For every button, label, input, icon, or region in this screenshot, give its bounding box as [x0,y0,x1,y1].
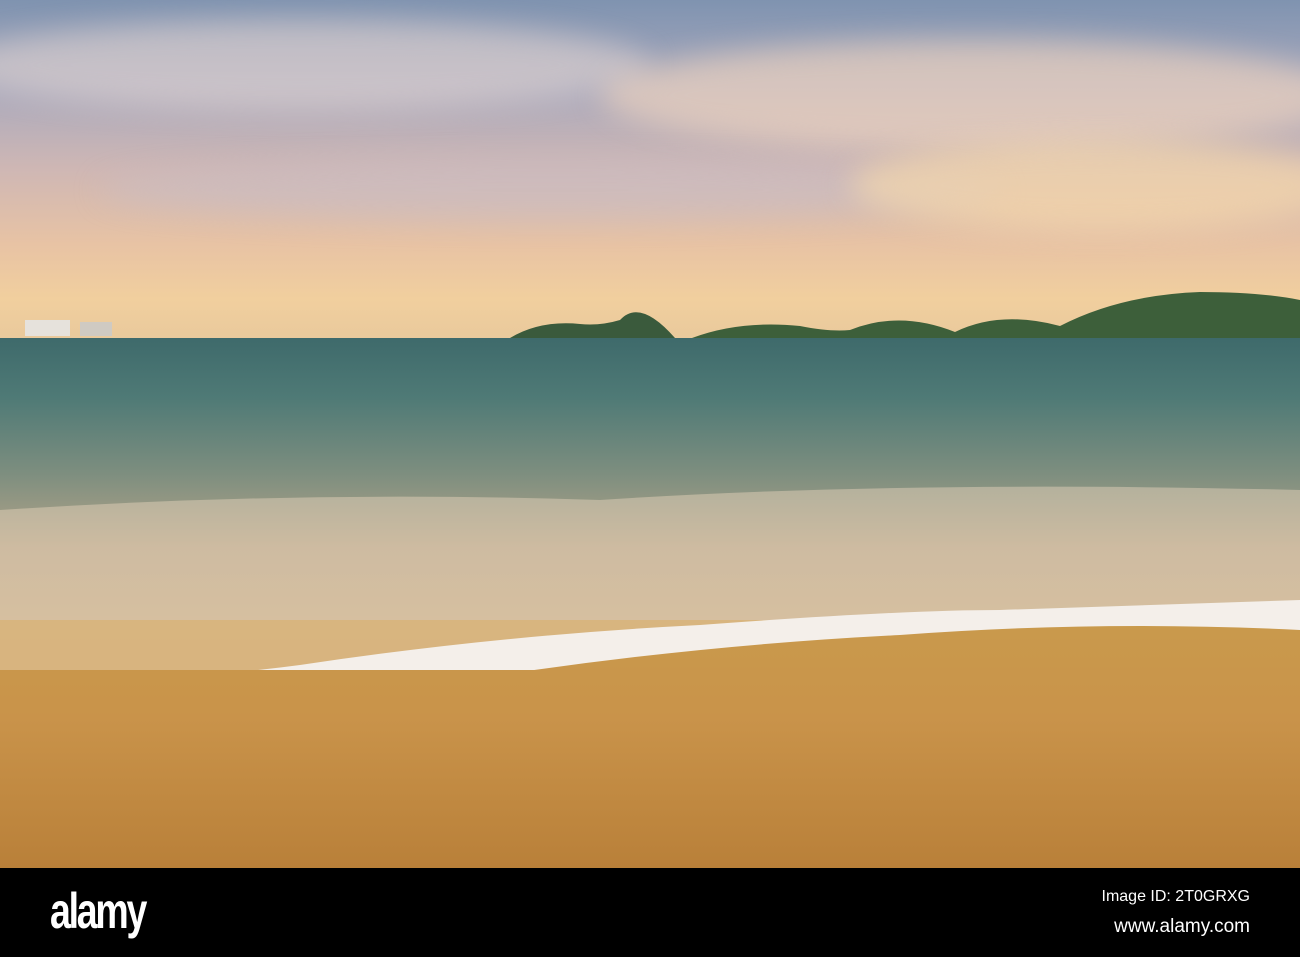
website-url: www.alamy.com [1114,916,1250,937]
watermark-bar: alamy Image ID: 2T0GRXG www.alamy.com [0,868,1300,957]
alamy-logo: alamy [50,883,147,939]
image-id: Image ID: 2T0GRXG [1101,888,1251,905]
islands [25,292,1300,338]
beach-sunset-photo [0,0,1300,868]
wave-foam [0,486,1300,670]
